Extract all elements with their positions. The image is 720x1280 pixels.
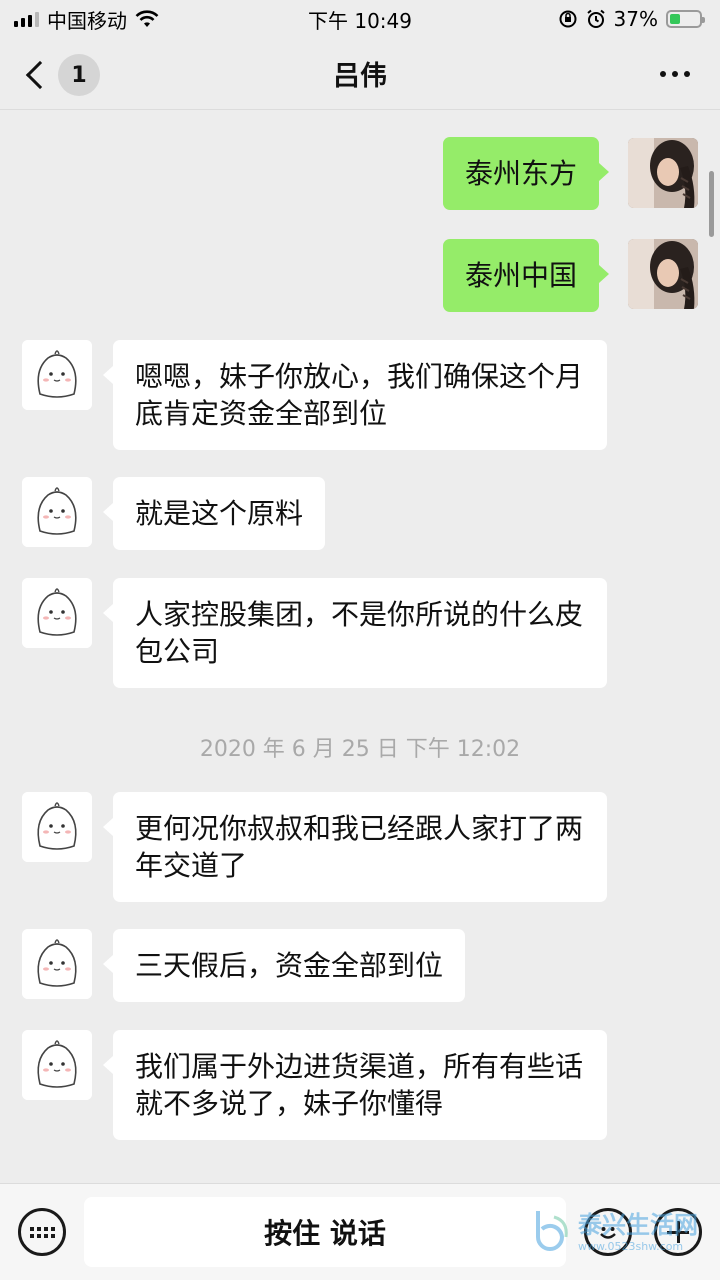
cartoon-bun-avatar-icon	[22, 929, 92, 999]
carrier-name: 中国移动	[47, 8, 127, 33]
message-bubble-incoming[interactable]: 就是这个原料	[102, 477, 326, 550]
chat-message-list[interactable]: 泰州东方 泰州中国 嗯嗯，妹子你放心，我们确保这个月底肯定资金全部到位 就是这个…	[0, 111, 720, 1183]
alarm-icon	[586, 9, 605, 28]
girl-portrait-icon	[628, 138, 698, 208]
cartoon-bun-avatar-icon	[22, 792, 92, 862]
cartoon-bun-avatar-icon	[22, 477, 92, 547]
message-bubble-outgoing[interactable]: 泰州东方	[443, 137, 610, 210]
watermark-logo-icon	[536, 1211, 568, 1251]
message-bubble-incoming[interactable]: 人家控股集团，不是你所说的什么皮包公司	[103, 578, 607, 688]
contact-avatar[interactable]	[22, 340, 92, 410]
contact-avatar[interactable]	[22, 1030, 92, 1100]
contact-name-title: 吕伟	[333, 61, 387, 92]
my-avatar[interactable]	[628, 239, 698, 309]
cartoon-bun-avatar-icon	[22, 578, 92, 648]
back-button[interactable]: 1	[22, 54, 100, 96]
message-bubble-incoming[interactable]: 我们属于外边进货渠道，所有有些话就不多说了，妹子你懂得	[103, 1030, 607, 1140]
orientation-lock-icon	[559, 10, 577, 28]
site-watermark: 泰兴生活网 www.0523shw.com	[532, 1205, 698, 1253]
message-bubble-outgoing[interactable]: 泰州中国	[443, 239, 610, 312]
battery-percent: 37%	[613, 7, 658, 31]
wifi-icon	[135, 10, 159, 27]
girl-portrait-icon	[628, 239, 698, 309]
message-bubble-incoming[interactable]: 三天假后，资金全部到位	[102, 929, 466, 1002]
contact-avatar[interactable]	[22, 792, 92, 862]
cellular-signal-icon	[14, 11, 39, 27]
battery-icon	[666, 10, 705, 28]
my-avatar[interactable]	[628, 138, 698, 208]
watermark-title: 泰兴生活网	[578, 1211, 698, 1239]
scrollbar[interactable]	[709, 171, 714, 237]
cartoon-bun-avatar-icon	[22, 340, 92, 410]
more-options-icon[interactable]	[660, 71, 690, 77]
keyboard-toggle-button[interactable]	[18, 1208, 66, 1256]
cartoon-bun-avatar-icon	[22, 1030, 92, 1100]
contact-avatar[interactable]	[22, 578, 92, 648]
message-bubble-incoming[interactable]: 更何况你叔叔和我已经跟人家打了两年交道了	[103, 792, 607, 902]
contact-avatar[interactable]	[22, 929, 92, 999]
keyboard-icon	[29, 1226, 55, 1238]
hold-to-talk-button[interactable]: 按住 说话	[84, 1197, 566, 1267]
watermark-url: www.0523shw.com	[578, 1240, 684, 1253]
status-bar: 中国移动 下午 10:49 37%	[0, 0, 720, 38]
contact-avatar[interactable]	[22, 477, 92, 547]
unread-count-badge: 1	[58, 54, 100, 96]
message-timestamp: 2020 年 6 月 25 日 下午 12:02	[199, 737, 521, 762]
chevron-left-icon	[25, 60, 55, 90]
chat-header: 1 吕伟	[0, 38, 720, 110]
message-bubble-incoming[interactable]: 嗯嗯，妹子你放心，我们确保这个月底肯定资金全部到位	[103, 340, 607, 450]
